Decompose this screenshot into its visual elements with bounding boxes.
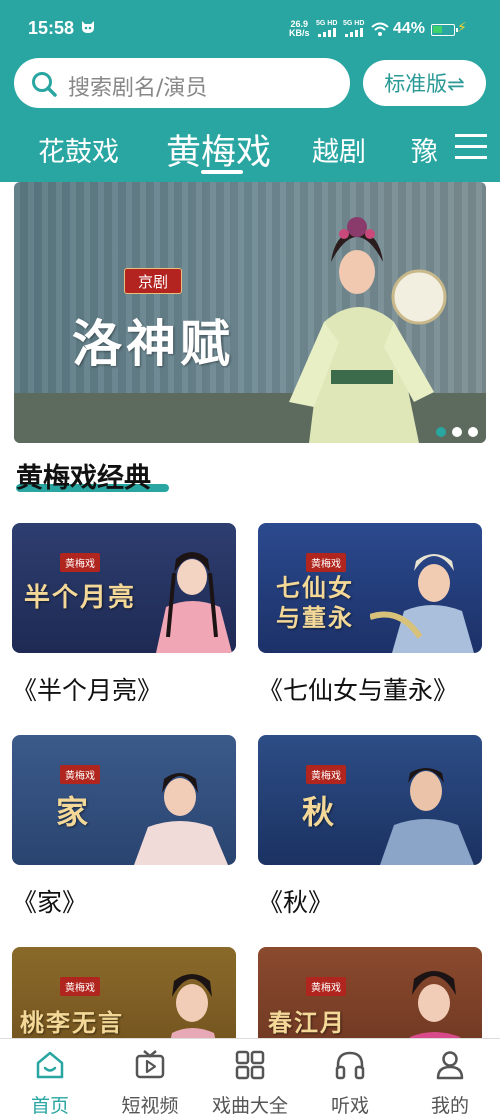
video-icon [135, 1050, 165, 1079]
notification-app-icon [82, 21, 94, 33]
thumbnail-title: 春江月 [268, 1008, 346, 1037]
tab-huangmeixi[interactable]: 黄梅戏 [166, 124, 271, 175]
genre-badge: 黄梅戏 [60, 765, 100, 784]
status-time: 15:58 [28, 18, 75, 38]
performer-image [370, 554, 474, 653]
genre-badge: 黄梅戏 [60, 977, 100, 996]
battery-percent: 44% [393, 20, 426, 37]
opera-card[interactable]: 黄梅戏 秋 《秋》 [258, 735, 482, 917]
search-icon [32, 72, 57, 97]
nav-listen[interactable]: 听戏 [300, 1039, 400, 1115]
charging-icon: ⚡ [457, 20, 467, 36]
opera-title: 《七仙女与董永》 [258, 676, 459, 705]
genre-badge: 黄梅戏 [60, 553, 100, 572]
opera-card[interactable]: 黄梅戏 七仙女与董永 《七仙女与董永》 [258, 523, 482, 705]
thumbnail-title: 秋 [302, 793, 337, 831]
version-toggle-button[interactable]: 标准版⇌ [363, 60, 486, 106]
nav-short-video[interactable]: 短视频 [100, 1039, 200, 1115]
banner-performer-image [289, 217, 447, 443]
performer-image [380, 768, 474, 865]
genre-badge: 黄梅戏 [306, 977, 346, 996]
nav-home[interactable]: 首页 [0, 1039, 100, 1115]
signal-label-2: 5G HD [343, 20, 365, 27]
opera-card[interactable]: 黄梅戏 半个月亮 《半个月亮》 [12, 523, 236, 705]
status-bar: 15:58 26.9 KB/s 5G HD 5G HD 44% ⚡ [0, 0, 500, 56]
nav-home-label: 首页 [30, 1095, 69, 1115]
signal-label-1: 5G HD [316, 20, 338, 27]
grid-icon [235, 1050, 265, 1080]
signal-bars-1-icon [318, 28, 336, 37]
wifi-icon [371, 22, 389, 36]
user-icon [436, 1051, 464, 1080]
banner-carousel[interactable]: 京剧 洛神赋 [14, 182, 486, 443]
headphones-icon [335, 1051, 365, 1080]
genre-badge: 黄梅戏 [306, 765, 346, 784]
performer-image [156, 552, 232, 653]
opera-title: 《家》 [12, 888, 88, 917]
category-tabs: 花鼓戏 黄梅戏 越剧 豫 [0, 118, 500, 178]
thumbnail-title: 半个月亮 [24, 583, 137, 613]
active-tab-indicator [201, 170, 243, 174]
tab-yuju[interactable]: 豫 [411, 130, 438, 169]
menu-icon[interactable] [455, 134, 487, 160]
opera-thumbnail: 黄梅戏 秋 [258, 735, 482, 865]
opera-title: 《秋》 [258, 888, 334, 917]
tab-yueju[interactable]: 越剧 [312, 130, 366, 169]
header: 15:58 26.9 KB/s 5G HD 5G HD 44% ⚡ 搜索剧名/演… [0, 0, 500, 182]
thumbnail-title: 家 [56, 793, 91, 831]
nav-short-video-label: 短视频 [121, 1095, 179, 1115]
home-icon [36, 1051, 64, 1079]
tab-huaguxi[interactable]: 花鼓戏 [38, 130, 119, 169]
carousel-indicator [436, 427, 478, 437]
nav-opera-collection[interactable]: 戏曲大全 [200, 1039, 300, 1115]
nav-opera-collection-label: 戏曲大全 [211, 1095, 288, 1115]
thumbnail-title: 七仙女与董永 [276, 573, 354, 632]
search-input[interactable]: 搜索剧名/演员 [68, 70, 207, 102]
opera-title: 《半个月亮》 [12, 676, 163, 705]
nav-listen-label: 听戏 [330, 1095, 369, 1115]
opera-thumbnail: 黄梅戏 七仙女与董永 [258, 523, 482, 653]
banner-tag: 京剧 [124, 268, 182, 294]
battery-icon [431, 24, 458, 36]
thumbnail-title: 桃李无言 [20, 1008, 124, 1037]
signal-bars-2-icon [345, 28, 363, 37]
performer-image [134, 773, 228, 865]
genre-badge: 黄梅戏 [306, 553, 346, 572]
banner-title: 洛神赋 [72, 314, 234, 373]
opera-thumbnail: 黄梅戏 半个月亮 [12, 523, 236, 653]
network-speed: 26.9 KB/s [289, 19, 310, 38]
bottom-nav: 首页 短视频 戏曲大全 听戏 我的 [0, 1038, 500, 1115]
opera-thumbnail: 黄梅戏 家 [12, 735, 236, 865]
nav-profile[interactable]: 我的 [400, 1039, 500, 1115]
nav-profile-label: 我的 [430, 1095, 469, 1115]
section-title: 黄梅戏经典 [16, 463, 151, 494]
opera-card[interactable]: 黄梅戏 家 《家》 [12, 735, 236, 917]
search-bar[interactable]: 搜索剧名/演员 [14, 58, 350, 108]
